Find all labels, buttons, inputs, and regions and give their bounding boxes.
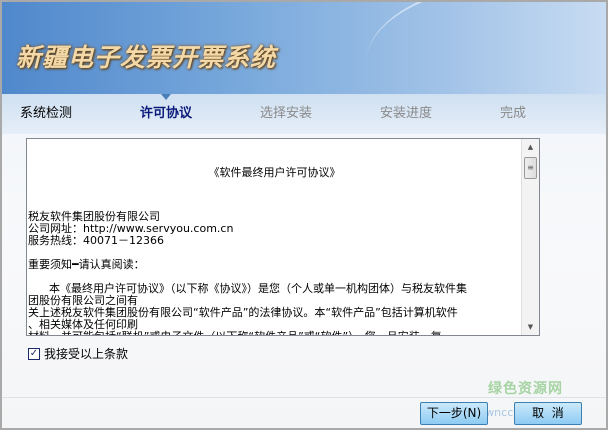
step-system-check: 系统检测	[20, 106, 73, 121]
current-step-pointer-icon	[161, 94, 171, 100]
scroll-thumb[interactable]: ≡	[524, 157, 537, 179]
step-finish: 完成	[500, 106, 527, 121]
scroll-down-icon[interactable]: ▼	[522, 319, 539, 335]
installer-window: 新疆电子发票开票系统 系统检测 许可协议 选择安装 安装进度 完成 《软件最终用…	[0, 0, 608, 430]
next-button[interactable]: 下一步(N)	[420, 402, 488, 425]
license-textbox[interactable]: 《软件最终用户许可协议》 税友软件集团股份有限公司 公司网址：http://www…	[26, 138, 540, 336]
checkmark-icon[interactable]: ✓	[28, 347, 40, 360]
scrollbar[interactable]: ▲ ≡ ▼	[521, 139, 539, 335]
accept-terms-label: 我接受以上条款	[44, 347, 129, 361]
header-banner: 新疆电子发票开票系统	[2, 2, 606, 94]
app-title: 新疆电子发票开票系统	[16, 43, 277, 72]
watermark-name: 绿色资源网	[488, 381, 563, 397]
cancel-button[interactable]: 取 消	[514, 402, 582, 425]
license-line: 材料，并可能包括“联机”或电子文件（以下称“软件产品”或“软件”）。您一旦安装、…	[28, 331, 521, 336]
license-text: 《软件最终用户许可协议》 税友软件集团股份有限公司 公司网址：http://www…	[27, 139, 521, 336]
step-install-progress: 安装进度	[380, 106, 433, 121]
step-license: 许可协议	[140, 106, 193, 121]
license-line: 重要须知━请认真阅读：	[28, 258, 145, 271]
license-line: 服务热线：40071－12366	[28, 234, 164, 247]
accept-terms-checkbox[interactable]: ✓ 我接受以上条款	[28, 345, 128, 362]
step-select-install: 选择安装	[260, 106, 313, 121]
scroll-up-icon[interactable]: ▲	[522, 139, 539, 155]
license-heading: 《软件最终用户许可协议》	[208, 166, 341, 179]
step-bar: 系统检测 许可协议 选择安装 安装进度 完成	[2, 94, 606, 134]
